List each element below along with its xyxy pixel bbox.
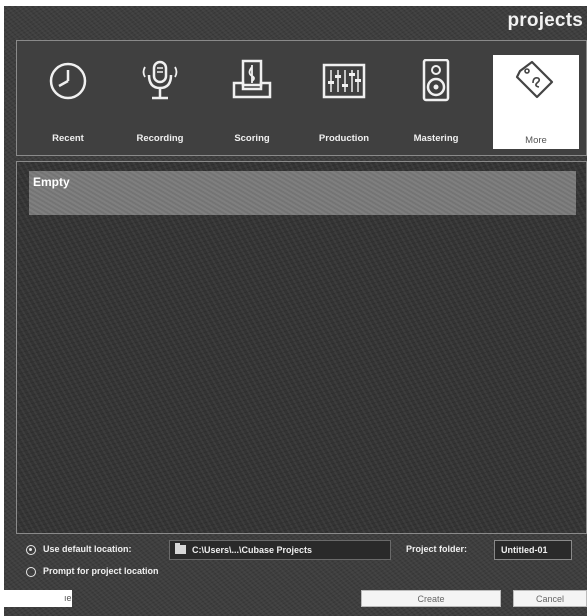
clock-icon <box>49 62 87 100</box>
use-default-location-label: Use default location: <box>43 544 132 554</box>
location-settings: Use default location: C:\Users\...\Cubas… <box>16 540 587 582</box>
prompt-location-label: Prompt for project location <box>43 566 159 576</box>
tag-icon <box>515 60 554 99</box>
category-production[interactable]: Production <box>301 55 387 147</box>
category-mastering[interactable]: Mastering <box>393 55 479 147</box>
project-folder-input[interactable]: Untitled-01 <box>494 540 572 560</box>
microphone-icon <box>142 60 178 100</box>
project-hub-window: projects Recent Recording Scoring Produc… <box>4 6 587 616</box>
music-sheet-icon <box>232 59 272 99</box>
prompt-location-radio[interactable] <box>26 567 36 577</box>
category-recording-label: Recording <box>136 133 184 144</box>
folder-icon <box>175 543 186 554</box>
category-recent-label: Recent <box>52 133 84 144</box>
category-recent[interactable]: Recent <box>25 55 111 147</box>
mixer-faders-icon <box>322 63 366 99</box>
category-scoring-label: Scoring <box>234 133 270 144</box>
use-default-location-radio[interactable] <box>26 545 36 555</box>
window-title: projects <box>507 10 583 31</box>
cancel-button[interactable]: Cancel <box>513 590 587 607</box>
speaker-icon <box>422 59 450 102</box>
category-production-label: Production <box>318 133 370 144</box>
category-scoring[interactable]: Scoring <box>209 55 295 147</box>
category-more-label: More <box>525 135 547 146</box>
category-recording[interactable]: Recording <box>117 55 203 147</box>
default-location-path-text: C:\Users\...\Cubase Projects <box>192 545 313 555</box>
template-list: Empty <box>16 161 587 534</box>
template-name: Empty <box>33 175 70 189</box>
open-other-button[interactable]: ıer <box>4 590 72 607</box>
list-item[interactable]: Empty <box>29 171 576 215</box>
category-mastering-label: Mastering <box>413 133 459 144</box>
category-bar: Recent Recording Scoring Production Mast… <box>16 40 587 156</box>
category-more[interactable]: More <box>493 55 579 149</box>
default-location-path[interactable]: C:\Users\...\Cubase Projects <box>169 540 391 560</box>
project-folder-label: Project folder: <box>406 544 468 554</box>
create-button[interactable]: Create <box>361 590 501 607</box>
